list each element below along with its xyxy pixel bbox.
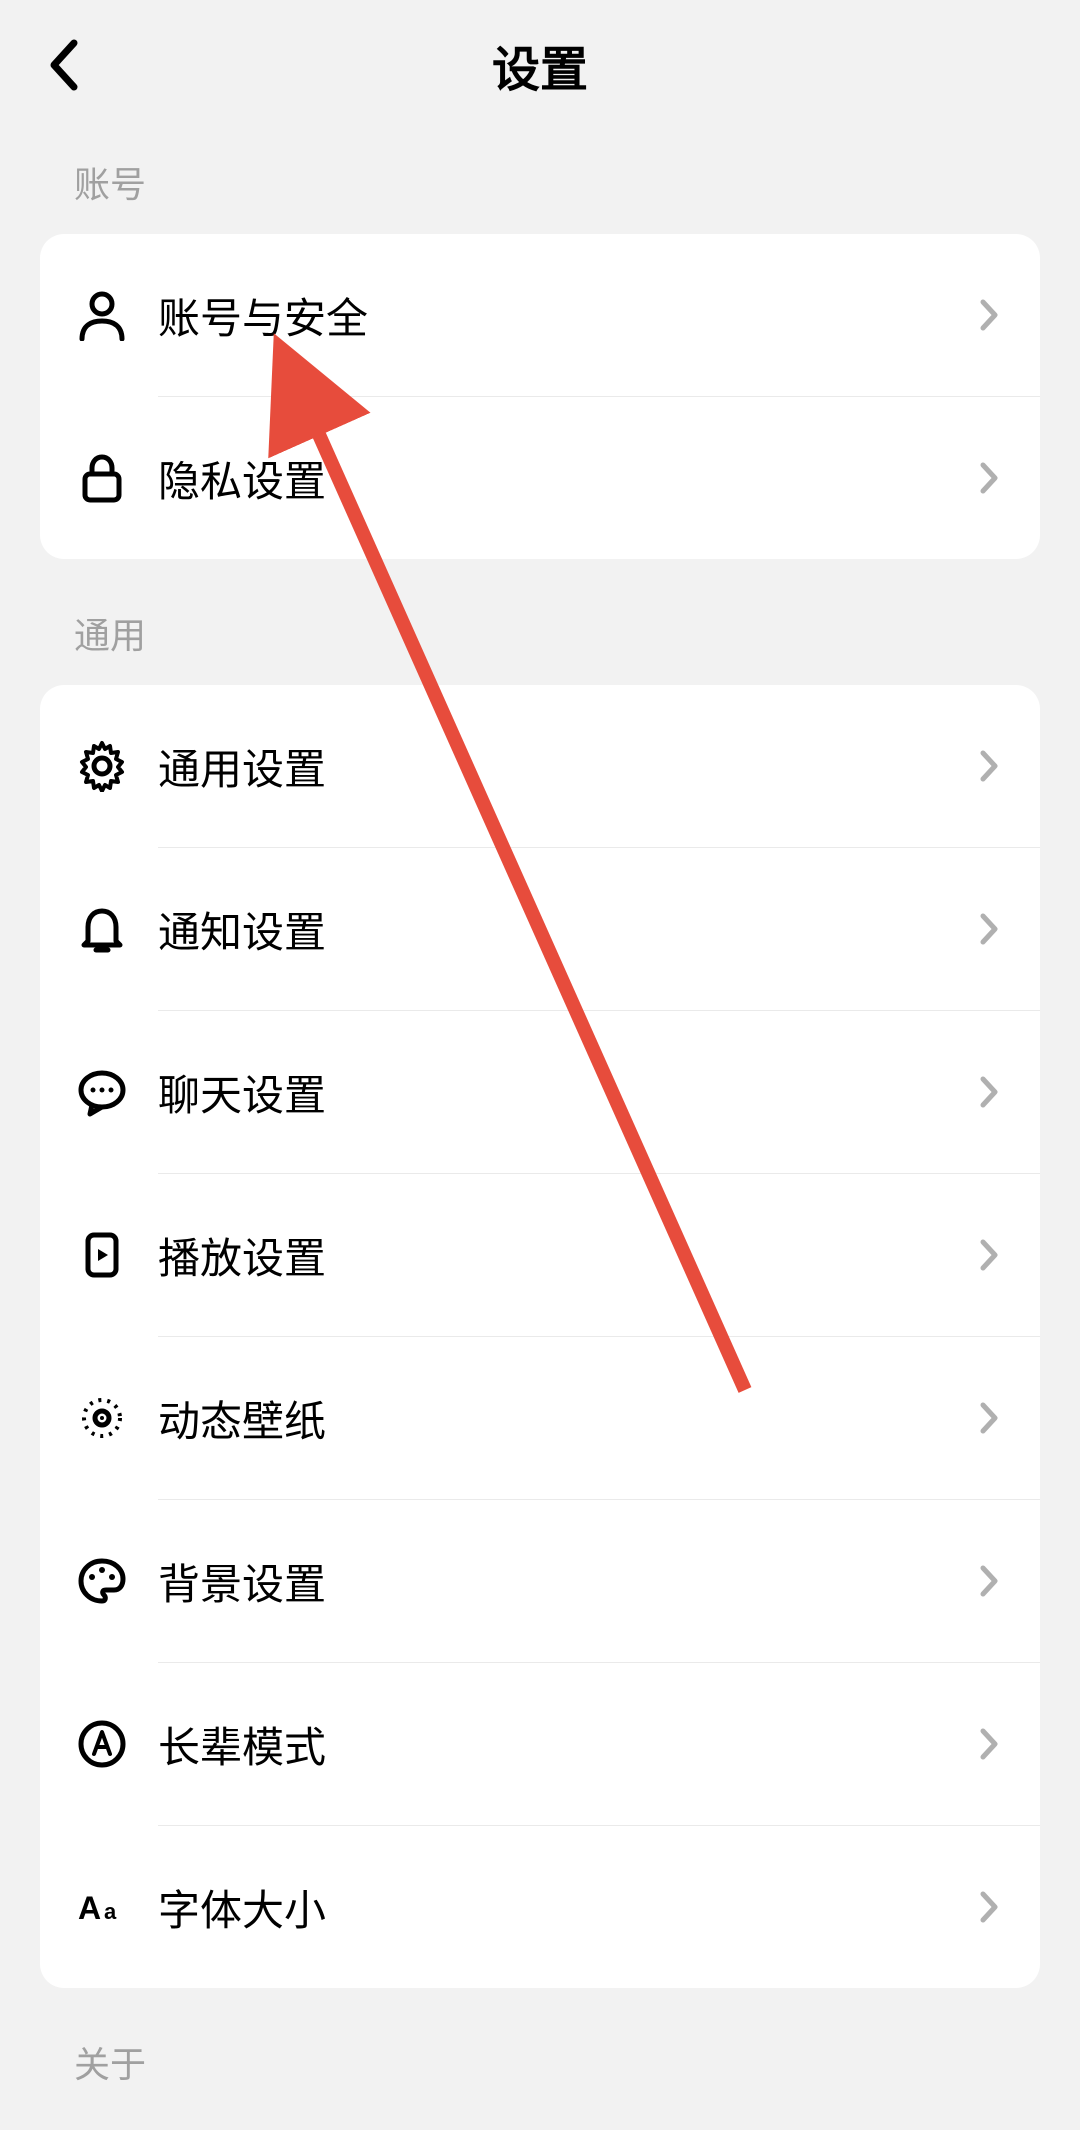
row-chat[interactable]: 聊天设置: [40, 1011, 1040, 1173]
chevron-right-icon: [972, 1075, 1006, 1109]
row-label: 长辈模式: [158, 1714, 972, 1775]
chevron-right-icon: [972, 912, 1006, 946]
row-label: 通知设置: [158, 899, 972, 960]
page-title: 设置: [40, 30, 1040, 100]
row-label: 账号与安全: [158, 285, 972, 346]
row-font-size[interactable]: Aa 字体大小: [40, 1826, 1040, 1988]
section-label-about: 关于: [0, 1988, 1080, 2114]
card-account: 账号与安全 隐私设置: [40, 234, 1040, 559]
chevron-right-icon: [972, 298, 1006, 332]
row-background[interactable]: 背景设置: [40, 1500, 1040, 1662]
row-live-wallpaper[interactable]: 动态壁纸: [40, 1337, 1040, 1499]
user-icon: [74, 287, 130, 343]
chevron-right-icon: [972, 1727, 1006, 1761]
section-label-account: 账号: [0, 130, 1080, 234]
palette-icon: [74, 1553, 130, 1609]
row-playback[interactable]: 播放设置: [40, 1174, 1040, 1336]
gear-icon: [74, 738, 130, 794]
chat-icon: [74, 1064, 130, 1120]
chevron-right-icon: [972, 1238, 1006, 1272]
chevron-right-icon: [972, 1890, 1006, 1924]
chevron-right-icon: [972, 461, 1006, 495]
row-label: 播放设置: [158, 1225, 972, 1286]
bell-icon: [74, 901, 130, 957]
chevron-right-icon: [972, 749, 1006, 783]
header: 设置: [0, 0, 1080, 130]
lock-icon: [74, 450, 130, 506]
row-account-security[interactable]: 账号与安全: [40, 234, 1040, 396]
font-size-icon: Aa: [74, 1879, 130, 1935]
svg-text:a: a: [104, 1899, 117, 1924]
chevron-left-icon: [46, 37, 82, 93]
row-elder-mode[interactable]: 长辈模式: [40, 1663, 1040, 1825]
live-wallpaper-icon: [74, 1390, 130, 1446]
card-general: 通用设置 通知设置 聊天设置 播放设置: [40, 685, 1040, 1988]
row-label: 聊天设置: [158, 1062, 972, 1123]
play-device-icon: [74, 1227, 130, 1283]
svg-text:A: A: [78, 1890, 101, 1926]
row-label: 背景设置: [158, 1551, 972, 1612]
row-label: 隐私设置: [158, 448, 972, 509]
chevron-right-icon: [972, 1564, 1006, 1598]
a-circle-icon: [74, 1716, 130, 1772]
back-button[interactable]: [40, 41, 88, 89]
section-label-general: 通用: [0, 559, 1080, 685]
row-general[interactable]: 通用设置: [40, 685, 1040, 847]
row-notification[interactable]: 通知设置: [40, 848, 1040, 1010]
row-label: 通用设置: [158, 736, 972, 797]
row-privacy[interactable]: 隐私设置: [40, 397, 1040, 559]
row-label: 动态壁纸: [158, 1388, 972, 1449]
chevron-right-icon: [972, 1401, 1006, 1435]
row-label: 字体大小: [158, 1877, 972, 1938]
